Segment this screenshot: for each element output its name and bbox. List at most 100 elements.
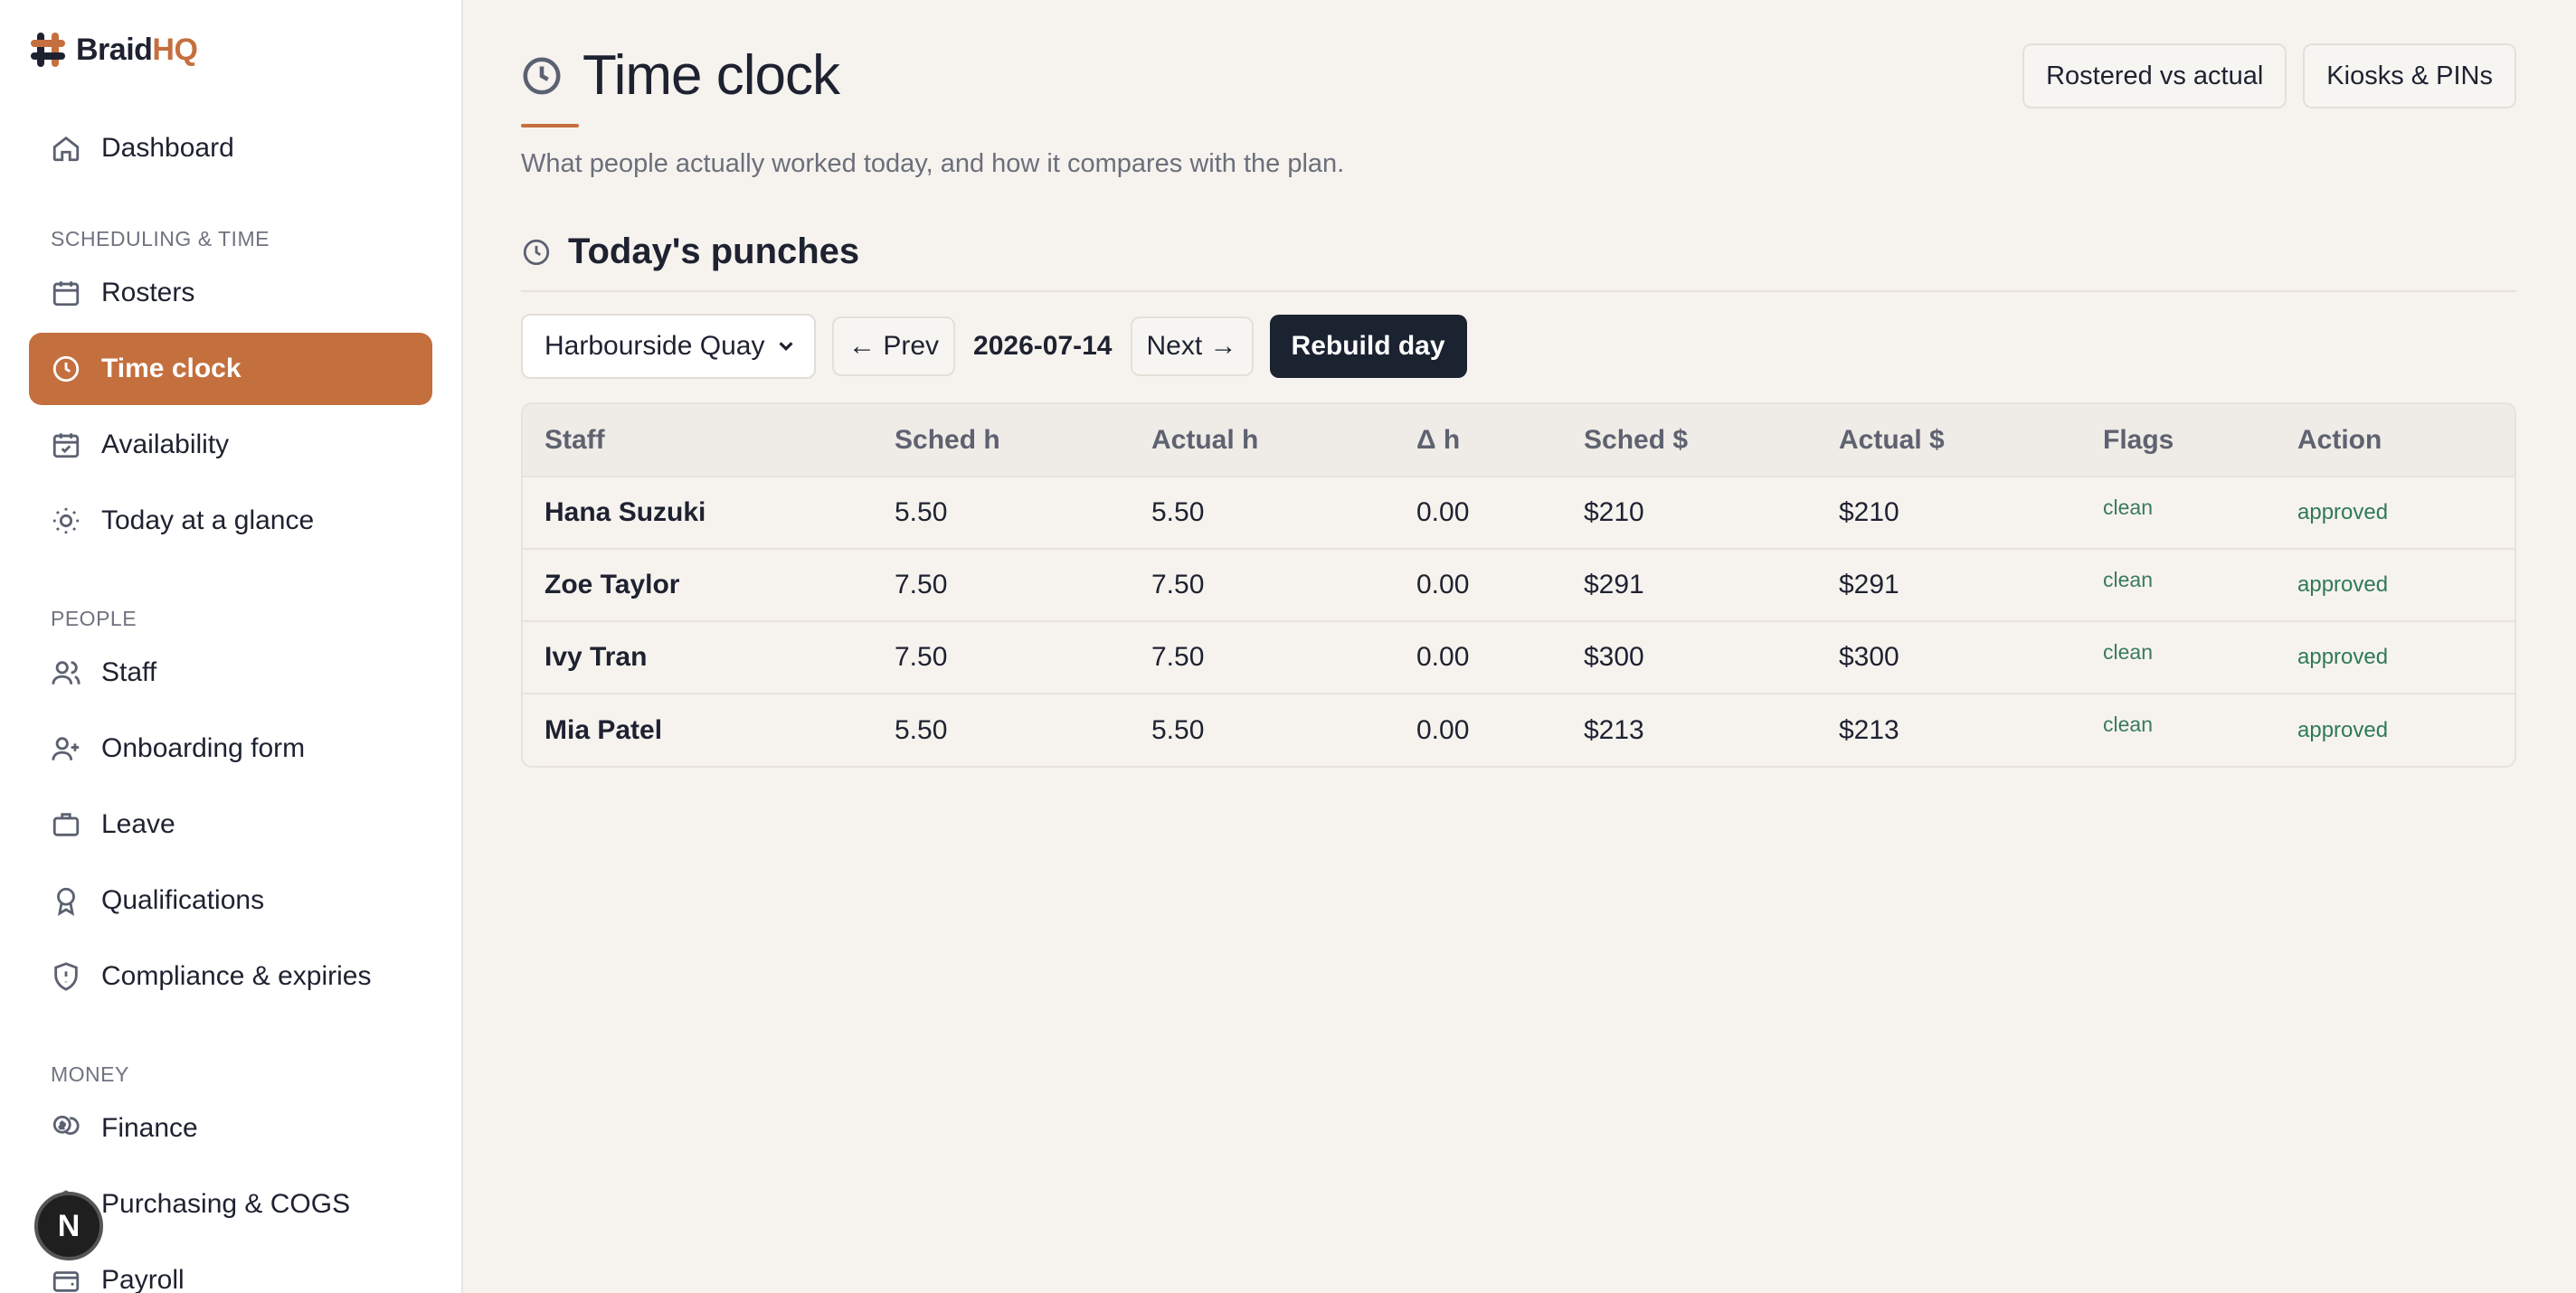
sidebar-item-label: Onboarding form [101, 733, 306, 763]
actual-cost: $300 [1839, 642, 1899, 672]
sidebar-item-staff[interactable]: Staff [29, 637, 432, 709]
sidebar-item-label: Compliance & expiries [101, 961, 372, 991]
brand-logo[interactable]: BraidHQ [29, 0, 432, 99]
brand-name: BraidHQ [76, 32, 198, 67]
main-content: Time clock What people actually worked t… [463, 0, 2576, 1293]
sidebar-item-compliance[interactable]: Compliance & expiries [29, 940, 432, 1013]
header-actions: Rostered vs actual Kiosks & PINs [2022, 43, 2516, 109]
clock-icon [523, 56, 561, 95]
staff-name: Mia Patel [545, 714, 663, 745]
next-day-button[interactable]: Next → [1130, 316, 1254, 376]
clock-icon [523, 239, 550, 265]
column-header[interactable]: Staff [523, 404, 873, 477]
sidebar-item-label: Staff [101, 657, 157, 687]
flag-badge: clean [2103, 639, 2153, 664]
staff-name: Zoe Taylor [545, 570, 680, 599]
title-underline [521, 124, 579, 127]
user-plus-icon [52, 737, 80, 760]
coins-icon [52, 1115, 80, 1136]
sched-cost: $291 [1584, 570, 1644, 599]
sched-hours: 5.50 [895, 497, 948, 527]
page-header: Time clock What people actually worked t… [521, 43, 2516, 179]
column-header[interactable]: Sched $ [1562, 404, 1817, 477]
sched-cost: $213 [1584, 714, 1644, 745]
action-status[interactable]: approved [2276, 477, 2514, 549]
sidebar: BraidHQ Dashboard SCHEDULING & TIME Rost… [0, 0, 463, 1293]
section-header: Today's punches [521, 231, 2516, 292]
actual-hours: 7.50 [1151, 570, 1205, 599]
calendar-check-icon [52, 433, 80, 458]
sidebar-item-label: Finance [101, 1113, 198, 1143]
column-header[interactable]: Action [2276, 404, 2514, 477]
actual-cost: $291 [1839, 570, 1899, 599]
action-status[interactable]: approved [2276, 549, 2514, 621]
location-select-value: Harbourside Quay [545, 331, 765, 361]
actual-cost: $213 [1839, 714, 1899, 745]
sidebar-item-finance[interactable]: Finance [29, 1092, 432, 1165]
table-row[interactable]: Hana Suzuki 5.50 5.50 0.00 $210 $210 cle… [523, 477, 2514, 549]
action-status[interactable]: approved [2276, 621, 2514, 694]
sidebar-item-label: Qualifications [101, 885, 265, 915]
prev-day-button[interactable]: ← Prev [832, 316, 956, 376]
sidebar-item-label: Availability [101, 429, 230, 459]
title-block: Time clock What people actually worked t… [521, 43, 1344, 179]
rebuild-day-button[interactable]: Rebuild day [1269, 315, 1467, 378]
calendar-icon [52, 281, 80, 307]
chevron-down-icon [779, 342, 793, 352]
sidebar-item-qualifications[interactable]: Qualifications [29, 864, 432, 937]
sidebar-item-leave[interactable]: Leave [29, 788, 432, 861]
kiosks-pins-button[interactable]: Kiosks & PINs [2303, 43, 2516, 109]
action-status[interactable]: approved [2276, 694, 2514, 766]
flag-badge: clean [2103, 713, 2153, 736]
home-icon [52, 136, 80, 162]
sidebar-item-onboarding-form[interactable]: Onboarding form [29, 713, 432, 785]
sidebar-section-title: SCHEDULING & TIME [51, 227, 270, 250]
sidebar-item-label: Payroll [101, 1265, 185, 1293]
column-header[interactable]: Actual $ [1817, 404, 2081, 477]
flag-badge: clean [2103, 495, 2153, 519]
briefcase-icon [52, 813, 80, 836]
sidebar-item-label: Time clock [101, 354, 242, 383]
punch-controls: Harbourside Quay ← Prev 2026-07-14 Next … [521, 314, 2516, 379]
staff-name: Hana Suzuki [545, 497, 706, 527]
punches-table-container: Staff Sched h Actual h Δ h Sched $ Actua… [521, 402, 2516, 768]
table-row[interactable]: Mia Patel 5.50 5.50 0.00 $213 $213 clean… [523, 694, 2514, 766]
column-header[interactable]: Flags [2081, 404, 2276, 477]
sidebar-item-label: Today at a glance [101, 505, 315, 535]
sidebar-item-label: Purchasing & COGS [101, 1189, 351, 1219]
sidebar-item-availability[interactable]: Availability [29, 409, 432, 481]
actual-hours: 7.50 [1151, 642, 1205, 672]
sched-hours: 7.50 [895, 570, 948, 599]
sidebar-item-time-clock[interactable]: Time clock [29, 333, 432, 405]
sidebar-item-label: Dashboard [101, 133, 234, 163]
sched-cost: $300 [1584, 642, 1644, 672]
sidebar-section-title: PEOPLE [51, 607, 137, 630]
sidebar-item-rosters[interactable]: Rosters [29, 257, 432, 329]
delta-hours: 0.00 [1416, 570, 1470, 599]
location-select[interactable]: Harbourside Quay [521, 314, 816, 379]
actual-cost: $210 [1839, 497, 1899, 527]
column-header[interactable]: Actual h [1130, 404, 1395, 477]
page-subtitle: What people actually worked today, and h… [521, 149, 1345, 178]
table-row[interactable]: Ivy Tran 7.50 7.50 0.00 $300 $300 clean … [523, 621, 2514, 694]
sched-hours: 5.50 [895, 714, 948, 745]
floating-n-badge[interactable]: N [34, 1192, 103, 1260]
column-header[interactable]: Δ h [1395, 404, 1562, 477]
table-header-row: Staff Sched h Actual h Δ h Sched $ Actua… [523, 404, 2514, 477]
sidebar-section-title: MONEY [51, 1062, 129, 1086]
clock-icon [52, 355, 80, 382]
punches-table: Staff Sched h Actual h Δ h Sched $ Actua… [523, 404, 2514, 766]
actual-hours: 5.50 [1151, 497, 1205, 527]
sidebar-item-today-at-a-glance[interactable]: Today at a glance [29, 485, 432, 557]
delta-hours: 0.00 [1416, 642, 1470, 672]
users-icon [52, 661, 80, 684]
rostered-vs-actual-button[interactable]: Rostered vs actual [2022, 43, 2287, 109]
flag-badge: clean [2103, 567, 2153, 591]
current-date: 2026-07-14 [973, 331, 1113, 361]
table-row[interactable]: Zoe Taylor 7.50 7.50 0.00 $291 $291 clea… [523, 549, 2514, 621]
actual-hours: 5.50 [1151, 714, 1205, 745]
sidebar-item-label: Leave [101, 809, 175, 839]
sidebar-item-dashboard[interactable]: Dashboard [29, 112, 432, 184]
column-header[interactable]: Sched h [873, 404, 1130, 477]
sched-cost: $210 [1584, 497, 1644, 527]
